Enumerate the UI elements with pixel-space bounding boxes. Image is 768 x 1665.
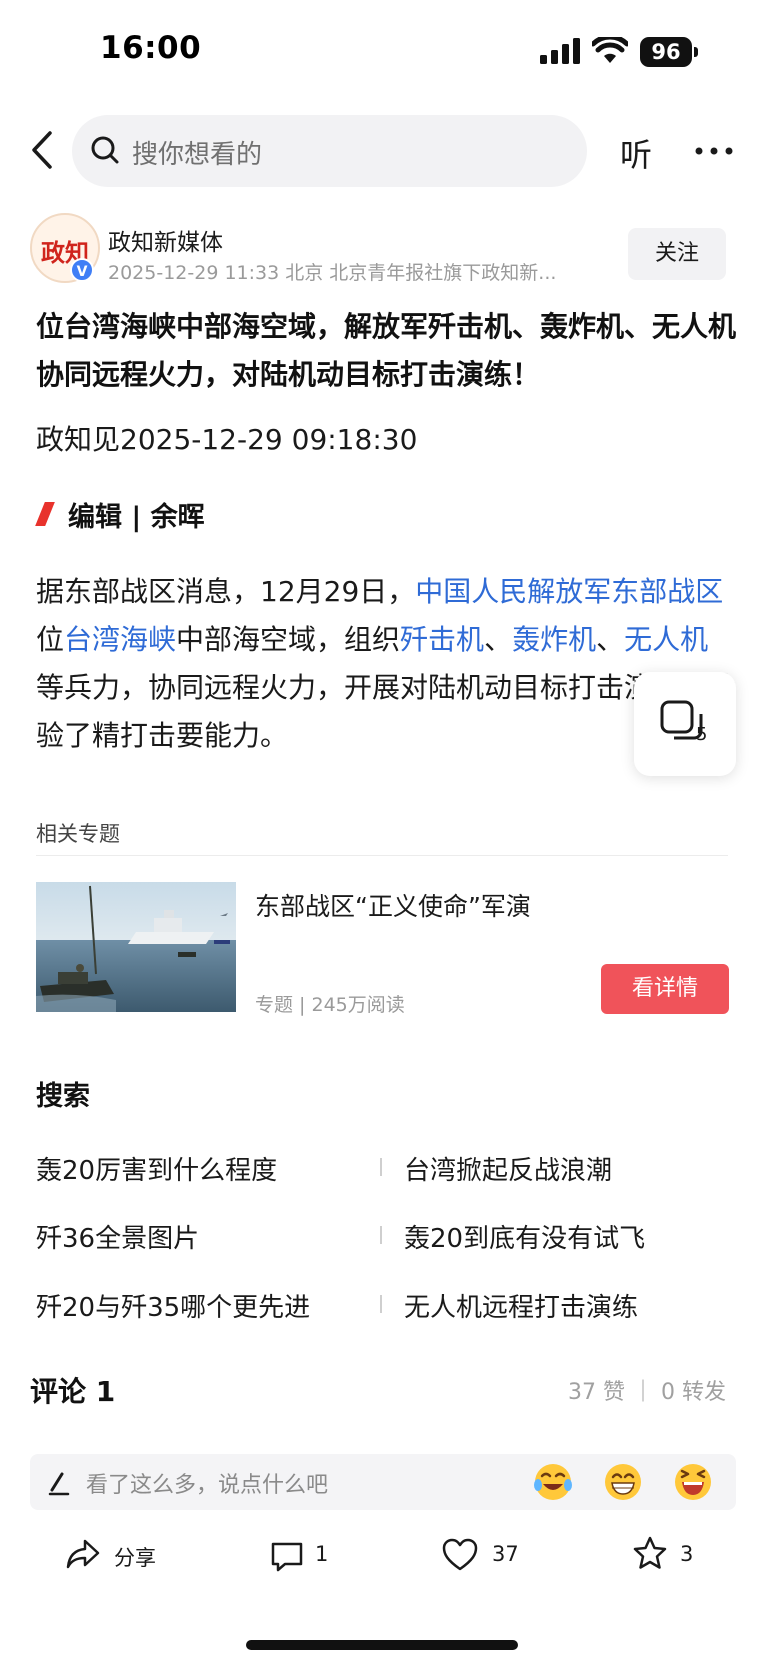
laugh-cry-emoji-icon[interactable]	[532, 1461, 574, 1503]
like-heart-icon[interactable]	[442, 1538, 478, 1572]
listen-button[interactable]: 听	[620, 130, 652, 176]
share-button[interactable]: 分享	[114, 1542, 156, 1572]
share-icon[interactable]	[66, 1538, 100, 1570]
body-text: 位	[36, 623, 65, 656]
verified-badge-icon: V	[70, 258, 94, 282]
search-suggestion[interactable]: 歼20与歼35哪个更先进	[36, 1287, 310, 1324]
search-suggestion[interactable]: 台湾掀起反战浪潮	[404, 1150, 612, 1187]
editor-accent-mark	[35, 502, 55, 526]
pages-count: 5	[696, 724, 708, 745]
topic-title[interactable]: 东部战区“正义使命”军演	[255, 887, 531, 923]
search-suggestion[interactable]: 轰20厉害到什么程度	[36, 1150, 277, 1187]
separator	[380, 1158, 382, 1176]
view-details-button[interactable]: 看详情	[601, 964, 729, 1014]
comments-title: 评论 1	[30, 1375, 116, 1408]
search-icon	[91, 136, 119, 164]
topic-thumbnail[interactable]	[36, 882, 236, 1012]
link-eastern-theater[interactable]: 中国人民解放军东部战区	[415, 575, 723, 608]
author-name[interactable]: 政知新媒体	[108, 223, 223, 257]
wifi-icon	[592, 37, 628, 63]
article-title: 位台湾海峡中部海空域，解放军歼击机、轰炸机、无人机协同远程火力，对陆机动目标打击…	[36, 310, 737, 391]
engagement-stats: 37 赞 ｜ 0 转发	[568, 1380, 726, 1405]
comment-count[interactable]: 1	[315, 1542, 328, 1566]
article-body: 据东部战区消息，12月29日，中国人民解放军东部战区位台湾海峡中部海空域，组织歼…	[36, 568, 736, 760]
status-time: 16:00	[100, 30, 202, 66]
laugh-emoji-icon[interactable]	[672, 1461, 714, 1503]
link-drone[interactable]: 无人机	[624, 623, 708, 656]
search-suggestion[interactable]: 歼36全景图片	[36, 1218, 199, 1255]
topic-meta: 专题 | 245万阅读	[255, 994, 405, 1016]
comment-icon[interactable]	[270, 1540, 304, 1572]
link-taiwan-strait[interactable]: 台湾海峡	[64, 623, 176, 656]
related-section-title: 相关专题	[36, 822, 120, 846]
body-text: 、	[484, 623, 513, 656]
search-placeholder: 搜你想看的	[132, 140, 263, 170]
separator	[380, 1295, 382, 1313]
grin-emoji-icon[interactable]	[602, 1461, 644, 1503]
follow-button[interactable]: 关注	[628, 228, 726, 280]
search-suggestion[interactable]: 无人机远程打击演练	[404, 1287, 638, 1324]
post-meta: 2025-12-29 11:33 北京 北京青年报社旗下政知新...	[108, 262, 557, 284]
search-suggestion[interactable]: 轰20到底有没有试飞	[404, 1218, 645, 1255]
battery-tip	[694, 47, 698, 57]
more-icon[interactable]	[694, 146, 734, 156]
pen-icon	[48, 1472, 70, 1496]
like-count[interactable]: 37	[492, 1542, 519, 1566]
link-bomber[interactable]: 轰炸机	[512, 623, 596, 656]
link-fighter[interactable]: 歼击机	[400, 623, 484, 656]
back-arrow-icon[interactable]	[28, 130, 56, 170]
battery-indicator: 96	[640, 37, 692, 67]
body-text: 据东部战区消息，12月29日，	[36, 575, 416, 608]
home-indicator[interactable]	[246, 1640, 518, 1650]
floating-pages-button[interactable]: 5	[634, 672, 736, 776]
divider	[36, 855, 728, 856]
body-text: 中部海空域，组织	[176, 623, 401, 656]
body-text: 等兵力，协同远程火力，开展对陆机动目标打击演练，检验了精打击要能力。	[36, 671, 737, 752]
article-source-date: 政知见2025-12-29 09:18:30	[36, 423, 418, 456]
separator	[380, 1226, 382, 1244]
favorite-star-icon[interactable]	[632, 1536, 668, 1570]
article-editor: 编辑 | 余晖	[68, 502, 205, 533]
body-text: 、	[596, 623, 625, 656]
search-section-title: 搜索	[36, 1081, 90, 1112]
comment-placeholder: 看了这么多，说点什么吧	[86, 1473, 329, 1498]
signal-icon	[540, 38, 580, 64]
favorite-count[interactable]: 3	[680, 1542, 693, 1566]
